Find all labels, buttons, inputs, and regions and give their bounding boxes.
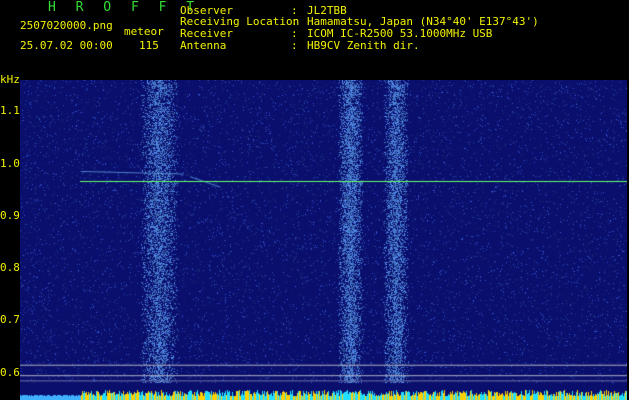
- app-title: H R O F F T: [48, 0, 201, 15]
- spectrogram-canvas: [20, 80, 627, 400]
- y-tick-label: 0.6: [0, 365, 20, 379]
- y-tick-label: 0.9: [0, 208, 20, 222]
- antenna-colon: :: [291, 39, 298, 52]
- header-panel: H R O F F T 2507020000.png 25.07.02 00:0…: [0, 0, 629, 78]
- image-filename: 2507020000.png: [20, 19, 113, 32]
- meteor-label: meteor: [124, 25, 164, 38]
- antenna-label: Antenna: [180, 39, 227, 52]
- antenna-value: HB9CV Zenith dir.: [307, 39, 420, 52]
- image-datetime: 25.07.02 00:00: [20, 39, 113, 52]
- y-tick-label: 1.1: [0, 104, 20, 118]
- y-tick-label: 0.7: [0, 313, 20, 327]
- y-axis-unit: kHz: [0, 73, 20, 86]
- y-tick-label: 0.8: [0, 261, 20, 275]
- meteor-count: 115: [139, 39, 159, 52]
- y-tick-label: 1.0: [0, 156, 20, 170]
